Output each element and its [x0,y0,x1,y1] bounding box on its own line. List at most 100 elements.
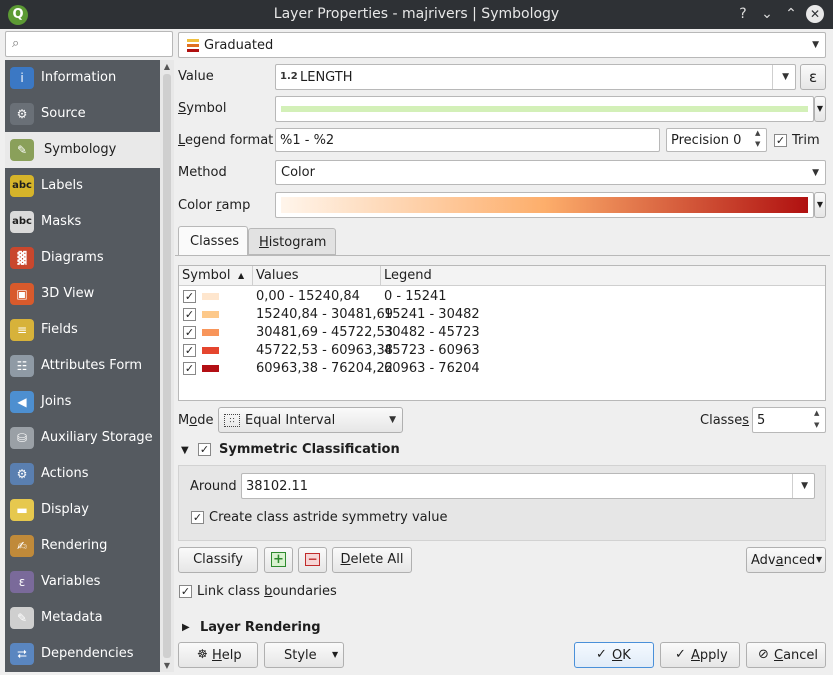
spin-down-icon[interactable]: ▼ [814,421,819,429]
class-visible-checkbox[interactable]: ✓ [183,326,196,339]
minus-icon: − [305,553,320,566]
scroll-up-icon[interactable]: ▲ [160,62,174,71]
class-values[interactable]: 30481,69 - 45722,53 [256,325,393,340]
class-values[interactable]: 15240,84 - 30481,69 [256,307,393,322]
classes-spinbox[interactable]: 5 ▲ ▼ [752,407,826,433]
scroll-down-icon[interactable]: ▼ [160,661,174,670]
style-button[interactable]: Style ▼ [264,642,344,668]
class-legend[interactable]: 60963 - 76204 [384,361,480,376]
equal-interval-icon: ∷ [224,414,240,427]
sidebar-item-display[interactable]: ▬ Display [5,492,160,528]
class-visible-checkbox[interactable]: ✓ [183,290,196,303]
sidebar-item-label: Display [41,502,89,517]
advanced-button[interactable]: Advanced ▼ [746,547,826,573]
tab-histogram[interactable]: Histogram [248,228,336,255]
table-row[interactable]: ✓ 30481,69 - 45722,53 30482 - 45723 [179,324,825,342]
class-symbol-swatch[interactable] [202,347,219,354]
value-field-select[interactable]: 1.2 LENGTH ▼ [275,64,796,90]
spin-down-icon[interactable]: ▼ [755,140,760,148]
expression-button[interactable]: ε [800,64,826,90]
ok-button[interactable]: ✓ OK [574,642,654,668]
sidebar-item-3d-view[interactable]: ▣ 3D View [5,276,160,312]
sidebar-item-rendering[interactable]: ✍ Rendering [5,528,160,564]
symmetric-title: Symmetric Classification [219,442,400,457]
expand-icon[interactable]: ▶ [182,622,190,633]
legend-format-input[interactable]: %1 - %2 [275,128,660,152]
class-visible-checkbox[interactable]: ✓ [183,362,196,375]
link-boundaries-label: Link class boundaries [197,584,337,599]
class-symbol-swatch[interactable] [202,365,219,372]
delete-all-button[interactable]: Delete All [332,547,412,573]
class-values[interactable]: 45722,53 - 60963,38 [256,343,393,358]
sidebar-item-metadata[interactable]: ✎ Metadata [5,600,160,636]
column-header-values[interactable]: Values [253,266,381,286]
class-values[interactable]: 0,00 - 15240,84 [256,289,360,304]
trim-checkbox[interactable]: ✓ [774,134,787,147]
search-input[interactable]: ⌕ [5,31,173,57]
astride-label: Create class astride symmetry value [209,510,448,525]
sidebar-item-actions[interactable]: ⚙ Actions [5,456,160,492]
renderer-select[interactable]: Graduated ▼ [178,32,826,58]
spin-up-icon[interactable]: ▲ [814,409,819,417]
spin-up-icon[interactable]: ▲ [755,129,760,137]
classes-count-label: Classes [700,413,749,428]
sidebar-item-diagrams[interactable]: ▓ Diagrams [5,240,160,276]
table-row[interactable]: ✓ 15240,84 - 30481,69 15241 - 30482 [179,306,825,324]
cancel-button[interactable]: ⊘ Cancel [746,642,826,668]
sidebar-item-information[interactable]: i Information [5,60,160,96]
class-symbol-swatch[interactable] [202,311,219,318]
precision-spinbox[interactable]: Precision 0 ▲ ▼ [666,128,767,152]
method-select[interactable]: Color ▼ [275,160,826,185]
classify-button[interactable]: Classify [178,547,258,573]
help-icon[interactable]: ? [733,4,753,24]
around-label: Around [190,479,237,494]
scrollbar-thumb[interactable] [163,74,171,658]
sidebar-item-fields[interactable]: ≡ Fields [5,312,160,348]
link-boundaries-checkbox[interactable]: ✓ [179,585,192,598]
class-values[interactable]: 60963,38 - 76204,22 [256,361,393,376]
value-field-value: LENGTH [300,70,353,85]
sidebar-item-source[interactable]: ⚙ Source [5,96,160,132]
maximize-icon[interactable]: ⌃ [781,4,801,24]
sidebar-item-variables[interactable]: ε Variables [5,564,160,600]
sidebar-item-dependencies[interactable]: ⮂ Dependencies [5,636,160,672]
add-class-button[interactable]: + [264,547,293,573]
display-icon: ▬ [10,499,34,521]
symmetric-checkbox[interactable]: ✓ [198,443,211,456]
sidebar-item-masks[interactable]: abc Masks [5,204,160,240]
sidebar-item-attributes-form[interactable]: ☷ Attributes Form [5,348,160,384]
sidebar-item-auxiliary-storage[interactable]: ⛁ Auxiliary Storage [5,420,160,456]
table-row[interactable]: ✓ 0,00 - 15240,84 0 - 15241 [179,288,825,306]
remove-class-button[interactable]: − [298,547,327,573]
table-row[interactable]: ✓ 45722,53 - 60963,38 45723 - 60963 [179,342,825,360]
collapse-icon[interactable]: ▼ [181,445,189,456]
sidebar-item-joins[interactable]: ◀ Joins [5,384,160,420]
class-symbol-swatch[interactable] [202,293,219,300]
mode-select[interactable]: ∷ Equal Interval ▼ [218,407,403,433]
classes-table[interactable]: Symbol ▲ Values Legend ✓ 0,00 - 15240,84 0… [178,265,826,401]
class-visible-checkbox[interactable]: ✓ [183,344,196,357]
color-ramp-button[interactable] [275,192,814,218]
close-icon[interactable]: ✕ [806,5,824,23]
class-legend[interactable]: 0 - 15241 [384,289,447,304]
sidebar-scrollbar[interactable]: ▲ ▼ [160,60,174,672]
class-legend[interactable]: 30482 - 45723 [384,325,480,340]
tab-classes[interactable]: Classes [178,226,248,256]
astride-checkbox[interactable]: ✓ [191,511,204,524]
apply-button[interactable]: ✓ Apply [660,642,740,668]
column-header-legend[interactable]: Legend [381,266,825,286]
color-ramp-menu-button[interactable]: ▼ [814,192,826,218]
around-combobox[interactable]: 38102.11 ▼ [241,473,815,499]
table-row[interactable]: ✓ 60963,38 - 76204,22 60963 - 76204 [179,360,825,378]
sidebar-item-symbology[interactable]: ✎ Symbology [5,132,160,168]
class-symbol-swatch[interactable] [202,329,219,336]
class-visible-checkbox[interactable]: ✓ [183,308,196,321]
column-header-symbol[interactable]: Symbol ▲ [179,266,253,286]
class-legend[interactable]: 45723 - 60963 [384,343,480,358]
minimize-icon[interactable]: ⌄ [757,4,777,24]
class-legend[interactable]: 15241 - 30482 [384,307,480,322]
help-button[interactable]: ☸ Help [178,642,258,668]
sidebar-item-labels[interactable]: abc Labels [5,168,160,204]
symbol-menu-button[interactable]: ▼ [814,96,826,122]
symbol-button[interactable] [275,96,814,122]
